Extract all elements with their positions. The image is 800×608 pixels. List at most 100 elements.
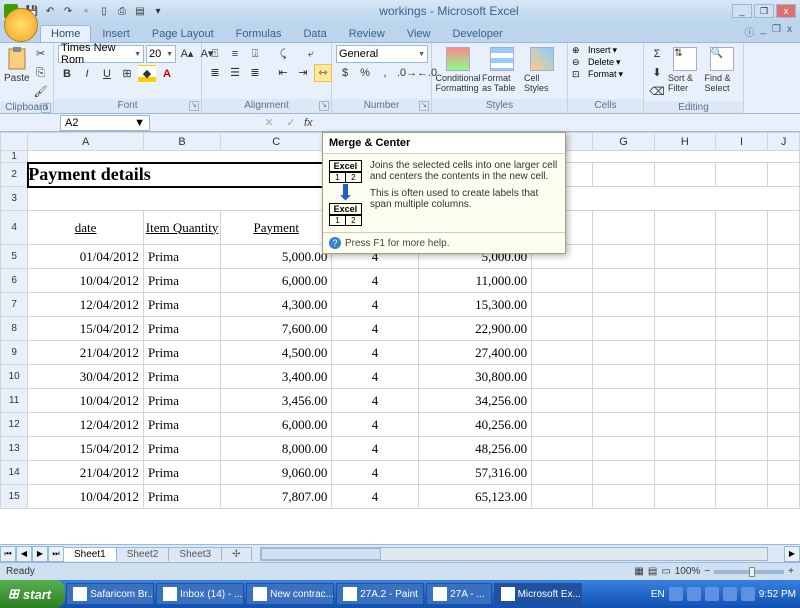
tray-icon[interactable] [669,587,683,601]
sheet-nav-next[interactable]: ▶ [32,546,48,562]
sheet-new-tab[interactable]: ✢ [221,547,251,561]
row-header[interactable]: 8 [1,317,28,341]
cell-header[interactable]: date [28,211,144,245]
col-header[interactable]: G [593,133,654,151]
sheet-tab-1[interactable]: Sheet1 [63,547,117,561]
cell[interactable]: 12/04/2012 [28,293,144,317]
cut-button[interactable]: ✂ [32,45,50,63]
number-format-select[interactable]: General▼ [336,45,428,63]
cell[interactable]: 3,456.00 [221,389,332,413]
align-center-button[interactable]: ☰ [226,64,244,82]
zoom-level[interactable]: 100% [675,566,701,577]
cell[interactable]: 10/04/2012 [28,269,144,293]
row-header[interactable]: 7 [1,293,28,317]
orientation-button[interactable]: ⤹ [274,45,292,63]
tray-icon[interactable] [723,587,737,601]
row-header[interactable]: 12 [1,413,28,437]
cell[interactable]: 4 [332,437,418,461]
font-color-button[interactable]: A [158,65,176,83]
cell[interactable]: Prima [143,269,220,293]
tab-developer[interactable]: Developer [441,25,513,42]
qat-more-icon[interactable]: ▾ [150,3,166,19]
paste-button[interactable]: Paste [4,45,30,84]
tab-formulas[interactable]: Formulas [225,25,293,42]
system-tray[interactable]: EN 9:52 PM [651,587,800,601]
tab-review[interactable]: Review [338,25,396,42]
col-header[interactable]: J [768,133,800,151]
qat-undo-icon[interactable]: ↶ [42,3,58,19]
cell[interactable]: Prima [143,365,220,389]
align-right-button[interactable]: ≣ [246,64,264,82]
cell[interactable]: 4 [332,413,418,437]
row-header[interactable]: 10 [1,365,28,389]
cell[interactable]: 10/04/2012 [28,485,144,509]
sheet-nav-last[interactable]: ⏭ [48,546,64,562]
format-cells-button[interactable]: ⊡Format▾ [572,69,623,80]
language-indicator[interactable]: EN [651,589,665,600]
percent-button[interactable]: % [356,64,374,82]
wrap-text-button[interactable]: ⤶ [302,45,320,63]
grow-font-button[interactable]: A▴ [178,45,196,63]
alignment-launcher[interactable]: ↘ [319,101,329,111]
increase-indent-button[interactable]: ⇥ [294,64,312,82]
cell[interactable]: 7,600.00 [221,317,332,341]
sheet-nav-prev[interactable]: ◀ [16,546,32,562]
cell[interactable]: Prima [143,245,220,269]
border-button[interactable]: ⊞ [118,65,136,83]
view-layout-button[interactable]: ▤ [648,566,657,577]
taskbar-item[interactable]: New contrac... [246,583,334,605]
enter-formula-button[interactable]: ✓ [282,114,300,132]
sheet-tab-3[interactable]: Sheet3 [168,547,222,561]
row-header[interactable]: 15 [1,485,28,509]
increase-decimal-button[interactable]: .0→ [396,64,414,82]
row-header[interactable]: 3 [1,187,28,211]
row-header[interactable]: 11 [1,389,28,413]
font-name-select[interactable]: Times New Rom▼ [58,45,144,63]
cell[interactable]: 4 [332,389,418,413]
cell[interactable]: 48,256.00 [418,437,531,461]
cell-styles-button[interactable]: Cell Styles [524,45,560,93]
cell[interactable]: 27,400.00 [418,341,531,365]
row-header[interactable]: 1 [1,151,28,163]
tab-insert[interactable]: Insert [91,25,141,42]
taskbar-item[interactable]: Safaricom Br... [66,583,154,605]
tab-view[interactable]: View [396,25,442,42]
clipboard-launcher[interactable]: ↘ [41,103,51,113]
comma-button[interactable]: , [376,64,394,82]
row-header[interactable]: 13 [1,437,28,461]
cell[interactable]: 4 [332,485,418,509]
tray-icon[interactable] [687,587,701,601]
cell[interactable]: 10/04/2012 [28,389,144,413]
cell[interactable]: 21/04/2012 [28,461,144,485]
cell[interactable]: Prima [143,437,220,461]
cell-header[interactable]: Payment [221,211,332,245]
scroll-right-button[interactable]: ▶ [784,546,800,562]
clock[interactable]: 9:52 PM [759,589,796,600]
select-all-corner[interactable] [1,133,28,151]
font-launcher[interactable]: ↘ [189,101,199,111]
doc-close-button[interactable]: x [787,24,792,39]
cell[interactable]: Prima [143,341,220,365]
cell[interactable]: 4,500.00 [221,341,332,365]
cell[interactable]: Prima [143,389,220,413]
row-header[interactable]: 14 [1,461,28,485]
row-header[interactable]: 2 [1,163,28,187]
cell[interactable]: 5,000.00 [221,245,332,269]
cell[interactable]: 4 [332,269,418,293]
minimize-button[interactable]: _ [732,4,752,18]
align-middle-button[interactable]: ≡ [226,45,244,63]
cell[interactable]: 30,800.00 [418,365,531,389]
col-header[interactable]: C [221,133,332,151]
view-normal-button[interactable]: ▦ [634,566,643,577]
cell-header[interactable]: Item Quantity [143,211,220,245]
cancel-formula-button[interactable]: ✕ [260,114,278,132]
horizontal-scrollbar[interactable] [260,547,769,561]
cell[interactable]: 3,400.00 [221,365,332,389]
italic-button[interactable]: I [78,65,96,83]
view-break-button[interactable]: ▭ [661,566,670,577]
cell[interactable]: 65,123.00 [418,485,531,509]
cell[interactable]: 4 [332,461,418,485]
cell[interactable]: Prima [143,413,220,437]
clear-button[interactable]: ⌫ [648,83,666,101]
cell[interactable]: Prima [143,293,220,317]
